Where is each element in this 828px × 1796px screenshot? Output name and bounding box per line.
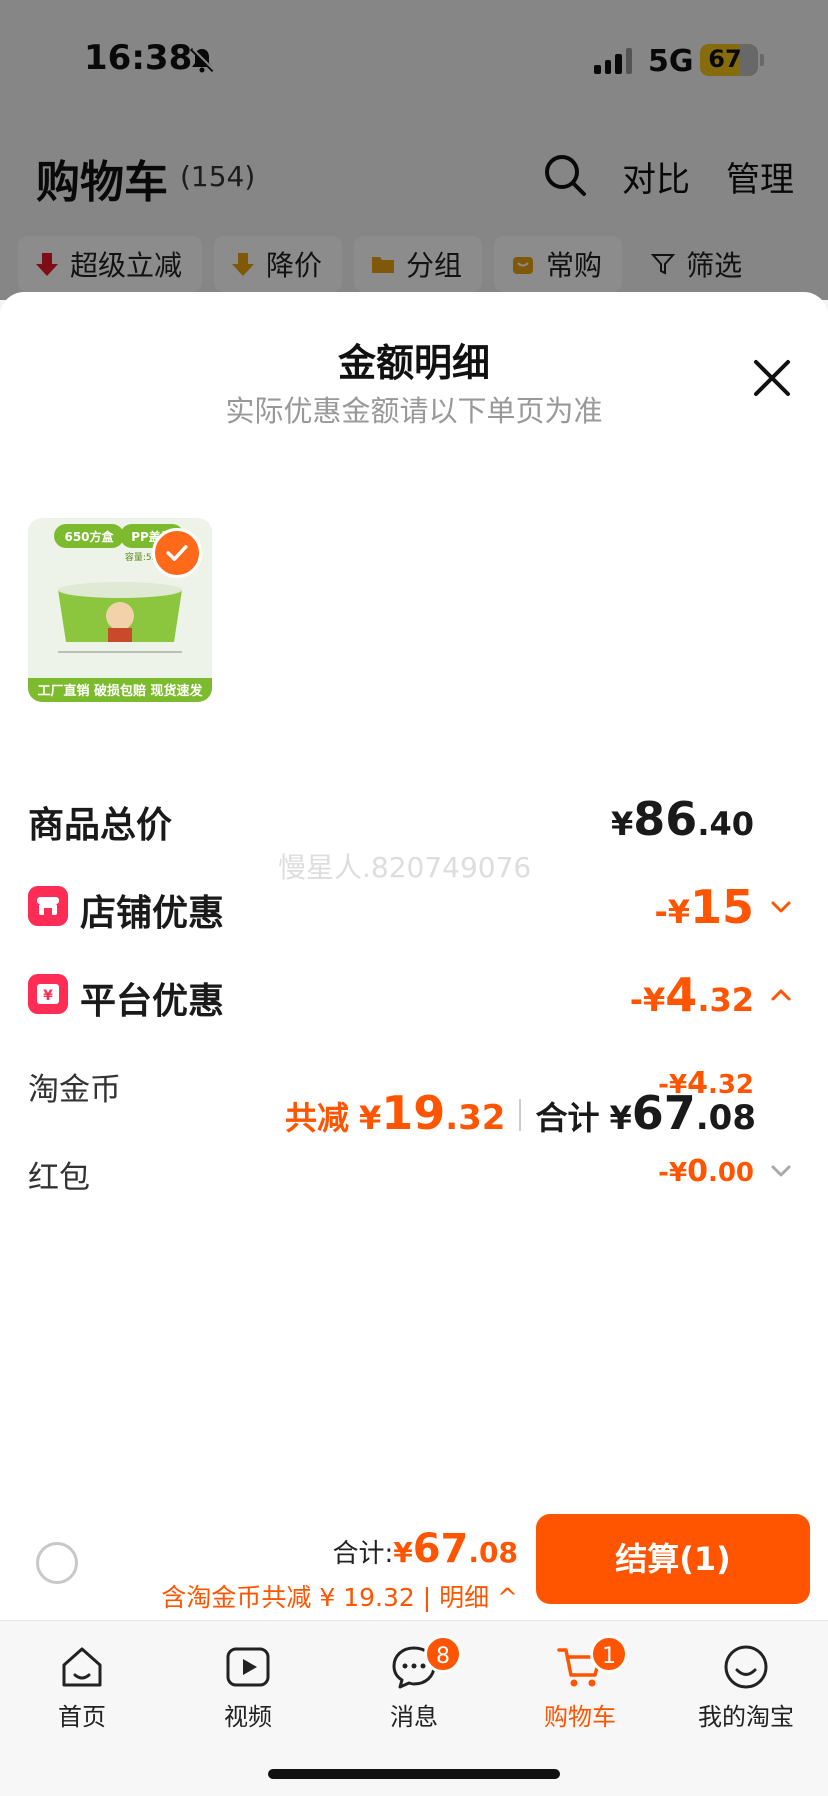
filter-chip-frequent[interactable]: 常购: [494, 236, 623, 292]
chevron-down-icon[interactable]: [770, 896, 792, 918]
total-sum-int: 67: [631, 1086, 696, 1140]
tab-label: 视频: [224, 1703, 272, 1731]
cart-count: (154): [180, 160, 256, 193]
filter-chip-label: 筛选: [686, 249, 743, 282]
filter-chip-label: 常购: [546, 249, 603, 282]
compare-button[interactable]: 对比: [622, 152, 690, 201]
checkout-sum: 合计:¥67.08: [332, 1526, 518, 1572]
row-value: -¥0.00: [658, 1154, 754, 1189]
total-reduce-int: 19: [381, 1086, 446, 1140]
chevron-down-icon[interactable]: [770, 1160, 792, 1182]
select-all-checkbox[interactable]: [36, 1542, 78, 1584]
message-badge: 8: [424, 1635, 462, 1673]
battery-level: 67: [708, 45, 742, 73]
row-label: 商品总价: [28, 805, 173, 846]
total-sum-symbol: ¥: [609, 1099, 632, 1137]
filter-chip-group[interactable]: 分组: [354, 236, 483, 292]
filter-button[interactable]: 筛选: [634, 236, 762, 292]
tab-profile[interactable]: 我的淘宝: [676, 1631, 816, 1741]
total-reduce-label: 共减: [284, 1099, 349, 1137]
checkout-sum-dec: .08: [468, 1536, 518, 1569]
filter-chip-price-drop[interactable]: 降价: [214, 236, 343, 292]
svg-text:¥: ¥: [43, 988, 53, 1004]
tab-video[interactable]: 视频: [178, 1631, 318, 1741]
row-label: 店铺优惠: [80, 893, 225, 934]
total-summary: 共减 ¥19.32 合计 ¥67.08: [0, 1086, 756, 1152]
filter-chip-label: 降价: [266, 249, 323, 282]
checkout-button[interactable]: 结算(1): [536, 1514, 810, 1604]
row-goods-total: 商品总价 ¥86.40: [28, 788, 800, 848]
tab-label: 我的淘宝: [698, 1703, 794, 1731]
sheet-subtitle: 实际优惠金额请以下单页为准: [225, 394, 603, 428]
network-label: 5G: [648, 44, 694, 79]
tab-messages[interactable]: 消息 8: [344, 1631, 484, 1741]
row-label: 红包: [28, 1160, 90, 1196]
checkout-bar: 合计:¥67.08 含淘金币共减 ¥ 19.32 | 明细 ^ 结算(1): [0, 1506, 828, 1618]
tab-bar: 首页 视频 消息 8 购物车 1 我的淘宝: [0, 1620, 828, 1796]
status-bar: 16:38 5G 67: [0, 0, 828, 120]
red-down-arrow-icon: [36, 253, 58, 276]
tab-cart[interactable]: 购物车 1: [510, 1631, 650, 1741]
coupon-icon: ¥: [28, 974, 68, 1014]
sheet-title: 金额明细: [337, 341, 490, 385]
search-icon[interactable]: [542, 152, 588, 198]
thumb-tag-left: 650方盒: [64, 529, 114, 544]
bag-icon: [513, 257, 534, 274]
home-icon: [62, 1647, 102, 1687]
row-value: -¥15: [654, 880, 754, 934]
checkout-sum-label: 合计:: [332, 1539, 394, 1569]
filter-chip-super-discount[interactable]: 超级立减: [18, 236, 203, 292]
filter-row: 超级立减 降价 分组 常购 筛选: [18, 236, 828, 292]
status-time: 16:38: [84, 38, 193, 78]
filter-chip-label: 分组: [406, 249, 463, 282]
tab-label: 首页: [58, 1703, 106, 1731]
row-label: 平台优惠: [80, 981, 225, 1022]
row-value: -¥4.32: [629, 968, 754, 1022]
folder-icon: [372, 257, 395, 273]
bell-off-icon: [189, 47, 215, 73]
video-icon: [226, 1647, 270, 1687]
row-platform-discount[interactable]: ¥ 平台优惠 -¥4.32: [28, 964, 800, 1024]
battery-tip: [760, 54, 764, 66]
home-indicator: [268, 1769, 560, 1779]
profile-icon: [724, 1645, 768, 1689]
chevron-up-icon[interactable]: [770, 984, 792, 1006]
total-reduce-dec: .32: [445, 1098, 506, 1138]
checkout-sum-symbol: ¥: [393, 1536, 413, 1569]
cart-badge: 1: [590, 1635, 628, 1673]
filter-icon: [650, 254, 676, 275]
cart-header: 购物车 (154) 对比 管理: [0, 140, 828, 210]
tab-label: 购物车: [544, 1703, 616, 1731]
tab-label: 消息: [390, 1703, 438, 1731]
total-sum-label: 合计: [535, 1099, 600, 1137]
divider: [519, 1099, 522, 1131]
signal-icon: [594, 46, 632, 74]
shop-icon: [28, 886, 68, 926]
row-shop-discount[interactable]: 店铺优惠 -¥15: [28, 876, 800, 936]
selected-check-icon[interactable]: [152, 528, 202, 578]
thumb-slogan: 工厂直销 破损包赔 现货速发: [37, 683, 203, 699]
checkout-detail-toggle[interactable]: 含淘金币共减 ¥ 19.32 | 明细 ^: [161, 1578, 518, 1614]
checkout-sum-int: 67: [412, 1526, 469, 1572]
tab-home[interactable]: 首页: [12, 1631, 152, 1741]
filter-chip-label: 超级立减: [70, 249, 183, 282]
page-title: 购物车: [36, 157, 168, 208]
row-value: ¥86.40: [611, 792, 754, 846]
close-icon[interactable]: [752, 358, 792, 398]
manage-button[interactable]: 管理: [726, 152, 794, 201]
battery-icon: 67: [700, 44, 758, 76]
price-drop-icon: [232, 253, 255, 276]
total-reduce-symbol: ¥: [358, 1099, 382, 1137]
total-sum-dec: .08: [695, 1098, 756, 1138]
